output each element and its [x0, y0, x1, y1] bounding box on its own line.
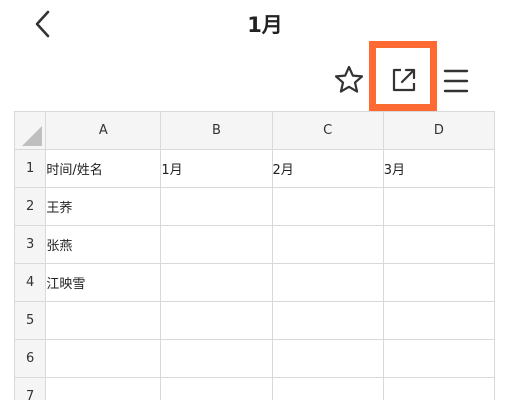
top-bar: 1月	[0, 0, 530, 50]
row-header[interactable]: 2	[14, 187, 47, 226]
column-header-d[interactable]: D	[382, 111, 495, 150]
star-icon	[334, 65, 364, 93]
menu-icon	[443, 69, 469, 93]
cell-c4[interactable]	[271, 263, 384, 302]
cell-c7[interactable]	[271, 377, 384, 400]
row-header[interactable]: 1	[14, 149, 47, 188]
cell-b2[interactable]	[160, 187, 273, 226]
cell-a5[interactable]	[45, 301, 162, 340]
cell-c5[interactable]	[271, 301, 384, 340]
cell-d5[interactable]	[382, 301, 495, 340]
toolbar	[0, 48, 530, 110]
cell-c3[interactable]	[271, 225, 384, 264]
column-header-c[interactable]: C	[271, 111, 384, 150]
cell-d3[interactable]	[382, 225, 495, 264]
select-all-corner[interactable]	[14, 111, 47, 150]
cell-d7[interactable]	[382, 377, 495, 400]
row-header[interactable]: 6	[14, 339, 47, 378]
cell-a7[interactable]	[45, 377, 162, 400]
cell-d6[interactable]	[382, 339, 495, 378]
cell-a2[interactable]: 王荞	[45, 187, 162, 226]
cell-a3[interactable]: 张燕	[45, 225, 162, 264]
corner-triangle-icon	[22, 126, 43, 146]
table-row: 5	[14, 301, 495, 340]
cell-c6[interactable]	[271, 339, 384, 378]
cell-b4[interactable]	[160, 263, 273, 302]
cell-a4[interactable]: 江映雪	[45, 263, 162, 302]
spreadsheet[interactable]: A B C D 1 时间/姓名 1月 2月 3月 2 王荞 3 张燕 4 江映雪…	[14, 111, 495, 400]
page-title: 1月	[247, 13, 283, 37]
column-header-a[interactable]: A	[45, 111, 162, 150]
cell-a6[interactable]	[45, 339, 162, 378]
favorite-button[interactable]	[333, 64, 365, 96]
row-header[interactable]: 5	[14, 301, 47, 340]
cell-b7[interactable]	[160, 377, 273, 400]
table-row: 4 江映雪	[14, 263, 495, 302]
row-header[interactable]: 7	[14, 377, 47, 400]
cell-a1[interactable]: 时间/姓名	[45, 149, 162, 188]
cell-d2[interactable]	[382, 187, 495, 226]
cell-b1[interactable]: 1月	[160, 149, 273, 188]
cell-b5[interactable]	[160, 301, 273, 340]
menu-button[interactable]	[441, 66, 471, 96]
cell-d4[interactable]	[382, 263, 495, 302]
table-row: 1 时间/姓名 1月 2月 3月	[14, 149, 495, 188]
cell-b6[interactable]	[160, 339, 273, 378]
cell-b3[interactable]	[160, 225, 273, 264]
table-row: 3 张燕	[14, 225, 495, 264]
cell-c1[interactable]: 2月	[271, 149, 384, 188]
highlight-box	[369, 41, 437, 111]
row-header[interactable]: 3	[14, 225, 47, 264]
table-row: 2 王荞	[14, 187, 495, 226]
cell-c2[interactable]	[271, 187, 384, 226]
column-header-row: A B C D	[14, 111, 495, 150]
row-header[interactable]: 4	[14, 263, 47, 302]
column-header-b[interactable]: B	[160, 111, 273, 150]
cell-d1[interactable]: 3月	[382, 149, 495, 188]
table-row: 7	[14, 377, 495, 400]
sheet-grid: A B C D 1 时间/姓名 1月 2月 3月 2 王荞 3 张燕 4 江映雪…	[14, 111, 495, 400]
table-row: 6	[14, 339, 495, 378]
